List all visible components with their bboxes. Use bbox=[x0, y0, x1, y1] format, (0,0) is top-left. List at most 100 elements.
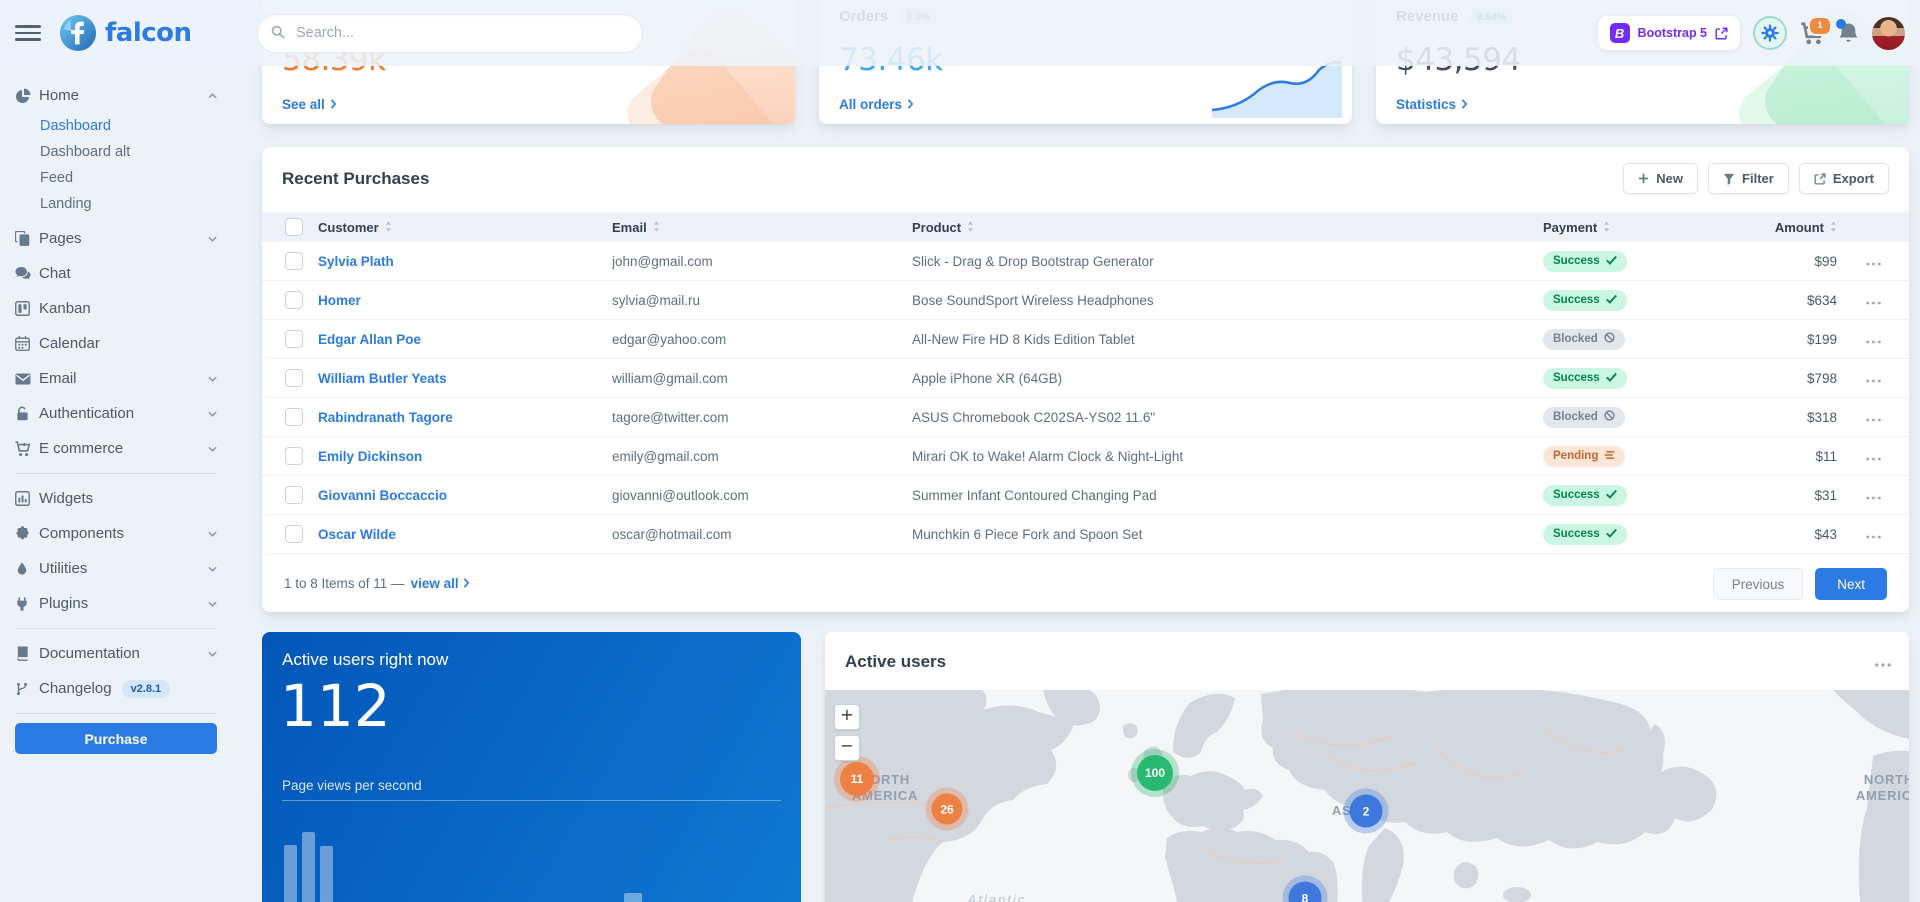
notifications-button[interactable] bbox=[1838, 22, 1859, 45]
sidebar-item-documentation[interactable]: Documentation bbox=[15, 636, 217, 671]
sidebar-item-label: Documentation bbox=[39, 645, 140, 662]
payment-badge: Blocked bbox=[1543, 407, 1625, 428]
sidebar-item-dashboard[interactable]: Dashboard bbox=[40, 113, 217, 139]
customer-link[interactable]: Edgar Allan Poe bbox=[318, 332, 421, 347]
map-marker[interactable]: 2 bbox=[1350, 795, 1383, 828]
next-button[interactable]: Next bbox=[1815, 568, 1887, 600]
menu-toggle-button[interactable] bbox=[15, 25, 41, 41]
customer-link[interactable]: William Butler Yeats bbox=[318, 371, 447, 386]
customer-link[interactable]: Homer bbox=[318, 293, 361, 308]
sidebar-item-plugins[interactable]: Plugins bbox=[15, 586, 217, 621]
column-header-email[interactable]: Email bbox=[612, 220, 912, 235]
column-header-product[interactable]: Product bbox=[912, 220, 1543, 235]
row-checkbox[interactable] bbox=[285, 525, 303, 543]
row-actions-button[interactable] bbox=[1837, 527, 1909, 542]
filter-button[interactable]: Filter bbox=[1708, 163, 1789, 194]
row-checkbox[interactable] bbox=[285, 486, 303, 504]
column-header-customer[interactable]: Customer bbox=[318, 220, 612, 235]
payment-badge-label: Success bbox=[1553, 528, 1600, 540]
sidebar-item-kanban[interactable]: Kanban bbox=[15, 291, 217, 326]
row-actions-button[interactable] bbox=[1837, 488, 1909, 503]
sidebar-item-utilities[interactable]: Utilities bbox=[15, 551, 217, 586]
row-actions-button[interactable] bbox=[1837, 371, 1909, 386]
notification-indicator bbox=[1836, 19, 1846, 29]
row-checkbox[interactable] bbox=[285, 330, 303, 348]
customer-link[interactable]: Emily Dickinson bbox=[318, 449, 422, 464]
world-map[interactable]: + − NORTH AMERICAASIANORTH AMERICAAtlant… bbox=[825, 690, 1909, 902]
statistics-link[interactable]: Statistics bbox=[1396, 97, 1468, 112]
amount-cell: $318 bbox=[1733, 410, 1837, 425]
settings-button[interactable] bbox=[1753, 16, 1787, 50]
sidebar-item-label: Home bbox=[39, 87, 79, 104]
chevron-right-icon bbox=[463, 576, 470, 591]
brand-logo[interactable]: falcon bbox=[59, 14, 211, 52]
sidebar-item-authentication[interactable]: Authentication bbox=[15, 396, 217, 431]
map-marker[interactable]: 26 bbox=[932, 794, 963, 825]
page-views-bar bbox=[624, 893, 642, 902]
cart-button[interactable]: 1 bbox=[1800, 22, 1825, 45]
sidebar-item-label: Chat bbox=[39, 265, 71, 282]
sidebar-item-label: Authentication bbox=[39, 405, 134, 422]
row-actions-button[interactable] bbox=[1837, 332, 1909, 347]
sidebar-submenu: DashboardDashboard altFeedLanding bbox=[15, 113, 217, 221]
chevron-down-icon bbox=[208, 446, 217, 452]
row-actions-button[interactable] bbox=[1837, 254, 1909, 269]
card-menu-button[interactable] bbox=[1875, 654, 1891, 672]
new-button[interactable]: New bbox=[1623, 163, 1698, 194]
sidebar-item-changelog[interactable]: Changelogv2.8.1 bbox=[15, 671, 217, 706]
payment-badge: Success bbox=[1543, 524, 1627, 545]
payment-badge-label: Success bbox=[1553, 372, 1600, 384]
sidebar-item-home[interactable]: Home bbox=[15, 78, 217, 113]
payment-cell: Blocked bbox=[1543, 329, 1733, 350]
search-input[interactable] bbox=[257, 14, 643, 53]
sidebar-item-calendar[interactable]: Calendar bbox=[15, 326, 217, 361]
view-all-link[interactable]: view all bbox=[411, 576, 470, 591]
row-checkbox-cell bbox=[262, 252, 318, 270]
row-checkbox[interactable] bbox=[285, 252, 303, 270]
row-checkbox[interactable] bbox=[285, 291, 303, 309]
cart-plus-icon bbox=[15, 441, 39, 457]
chat-icon bbox=[15, 266, 39, 282]
row-actions-button[interactable] bbox=[1837, 410, 1909, 425]
sidebar-item-widgets[interactable]: Widgets bbox=[15, 481, 217, 516]
sidebar-item-landing[interactable]: Landing bbox=[40, 191, 217, 217]
zoom-out-button[interactable]: − bbox=[834, 735, 860, 761]
lock-icon bbox=[15, 406, 39, 421]
sidebar-item-e-commerce[interactable]: E commerce bbox=[15, 431, 217, 466]
product-cell: Bose SoundSport Wireless Headphones bbox=[912, 293, 1543, 308]
select-all-checkbox[interactable] bbox=[285, 218, 303, 236]
customer-link[interactable]: Oscar Wilde bbox=[318, 527, 396, 542]
column-header-payment[interactable]: Payment bbox=[1543, 220, 1733, 235]
falcon-logo-icon bbox=[59, 14, 97, 52]
row-checkbox[interactable] bbox=[285, 408, 303, 426]
row-checkbox[interactable] bbox=[285, 369, 303, 387]
customer-link[interactable]: Sylvia Plath bbox=[318, 254, 394, 269]
zoom-in-button[interactable]: + bbox=[834, 704, 860, 730]
pagination-summary: 1 to 8 Items of 11 — view all bbox=[284, 576, 470, 591]
customer-link[interactable]: Giovanni Boccaccio bbox=[318, 488, 447, 503]
map-marker[interactable]: 100 bbox=[1137, 755, 1173, 791]
column-header-amount[interactable]: Amount bbox=[1733, 220, 1837, 235]
customer-link[interactable]: Rabindranath Tagore bbox=[318, 410, 453, 425]
row-checkbox[interactable] bbox=[285, 447, 303, 465]
sidebar-item-feed[interactable]: Feed bbox=[40, 165, 217, 191]
sidebar-item-email[interactable]: Email bbox=[15, 361, 217, 396]
all-orders-link[interactable]: All orders bbox=[839, 97, 914, 112]
previous-button[interactable]: Previous bbox=[1713, 568, 1804, 600]
user-avatar[interactable] bbox=[1872, 17, 1905, 50]
sidebar-item-pages[interactable]: Pages bbox=[15, 221, 217, 256]
email-cell: oscar@hotmail.com bbox=[612, 527, 912, 542]
see-all-link[interactable]: See all bbox=[282, 97, 337, 112]
sidebar-item-dashboard-alt[interactable]: Dashboard alt bbox=[40, 139, 217, 165]
sidebar-item-chat[interactable]: Chat bbox=[15, 256, 217, 291]
payment-cell: Success bbox=[1543, 524, 1733, 545]
chevron-right-icon bbox=[330, 97, 337, 112]
map-marker[interactable]: 11 bbox=[840, 762, 874, 796]
row-actions-button[interactable] bbox=[1837, 293, 1909, 308]
sidebar-item-components[interactable]: Components bbox=[15, 516, 217, 551]
bootstrap-version-badge[interactable]: B Bootstrap 5 bbox=[1598, 16, 1740, 50]
row-actions-button[interactable] bbox=[1837, 449, 1909, 464]
sidebar-item-label: Widgets bbox=[39, 490, 93, 507]
export-button[interactable]: Export bbox=[1799, 163, 1889, 194]
purchase-button[interactable]: Purchase bbox=[15, 723, 217, 754]
